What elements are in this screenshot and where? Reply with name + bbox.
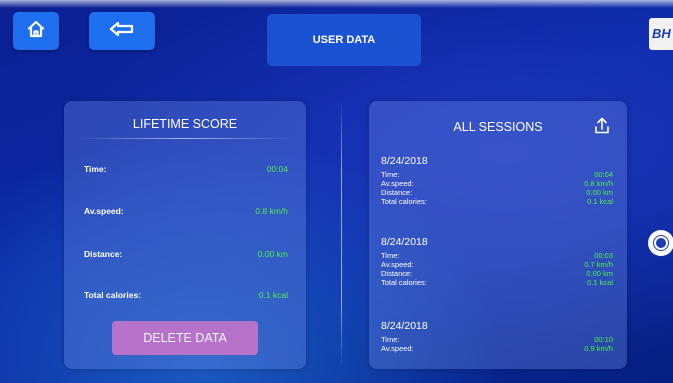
panel-divider xyxy=(341,100,342,370)
session-date: 8/24/2018 xyxy=(381,155,428,167)
session-label: Time: xyxy=(381,170,400,179)
stat-label: Total calories: xyxy=(84,290,141,300)
session-label: Distance: xyxy=(381,188,413,197)
session-distance-row: Distance: 0.00 km xyxy=(381,188,613,197)
session-value: 0.00 km xyxy=(586,188,613,197)
stat-value: 00:04 xyxy=(266,164,288,174)
session-date: 8/24/2018 xyxy=(381,320,428,332)
session-label: Total calories: xyxy=(381,278,427,287)
session-calories-row: Total calories: 0.1 kcal xyxy=(381,278,613,287)
brand-logo: BH xyxy=(649,18,673,50)
delete-data-button[interactable]: DELETE DATA xyxy=(112,321,258,355)
arrow-left-icon xyxy=(109,21,135,42)
session-calories-row: Total calories: 0.1 kcal xyxy=(381,197,613,206)
session-label: Time: xyxy=(381,335,400,344)
session-value: 00:03 xyxy=(594,251,613,260)
lifetime-time-row: Time: 00:04 xyxy=(84,162,288,176)
session-value: 0.00 km xyxy=(586,269,613,278)
session-item[interactable]: 8/24/2018 Time: 00:03 Av.speed: 0.7 km/h… xyxy=(381,236,613,287)
all-sessions-panel[interactable]: ALL SESSIONS 8/24/2018 Time: 00:04 Av.sp… xyxy=(369,101,627,369)
stat-label: Distance: xyxy=(84,249,123,259)
session-label: Av.speed: xyxy=(381,179,414,188)
lifetime-speed-row: Av.speed: 0.8 km/h xyxy=(84,204,288,218)
session-date: 8/24/2018 xyxy=(381,236,428,248)
back-button[interactable] xyxy=(89,12,155,50)
session-time-row: Time: 00:10 xyxy=(381,335,613,344)
lifetime-score-title: LIFETIME SCORE xyxy=(132,117,238,131)
session-speed-row: Av.speed: 0.7 km/h xyxy=(381,260,613,269)
top-glare xyxy=(0,0,673,8)
stat-value: 0.1 kcal xyxy=(258,290,288,300)
home-button[interactable] xyxy=(13,12,59,50)
session-speed-row: Av.speed: 0.8 km/h xyxy=(381,179,613,188)
user-data-screen: USER DATA BH LIFETIME SCORE Time: 00:04 … xyxy=(0,0,673,383)
lifetime-distance-row: Distance: 0.00 km xyxy=(84,247,288,261)
session-value: 00:10 xyxy=(594,335,613,344)
stat-value: 0.00 km xyxy=(257,249,288,259)
session-distance-row: Distance: 0.00 km xyxy=(381,269,613,278)
all-sessions-title: ALL SESSIONS xyxy=(453,120,543,134)
toggle-dot xyxy=(654,236,668,250)
session-label: Distance: xyxy=(381,269,413,278)
title-divider xyxy=(76,138,294,139)
session-label: Av.speed: xyxy=(381,260,414,269)
session-label: Time: xyxy=(381,251,400,260)
session-time-row: Time: 00:03 xyxy=(381,251,613,260)
session-speed-row: Av.speed: 0.9 km/h xyxy=(381,344,613,353)
lifetime-calories-row: Total calories: 0.1 kcal xyxy=(84,288,288,302)
session-label: Total calories: xyxy=(381,197,427,206)
home-icon xyxy=(26,19,46,44)
stat-value: 0.8 km/h xyxy=(255,206,288,216)
session-value: 0.1 kcal xyxy=(587,278,613,287)
session-value: 0.7 km/h xyxy=(584,260,613,269)
session-value: 0.8 km/h xyxy=(584,179,613,188)
session-value: 0.1 kcal xyxy=(587,197,613,206)
session-value: 00:04 xyxy=(594,170,613,179)
page-title: USER DATA xyxy=(267,14,421,66)
stat-label: Av.speed: xyxy=(84,206,124,216)
side-toggle-button[interactable] xyxy=(648,230,673,256)
share-upload-icon[interactable] xyxy=(592,116,612,141)
lifetime-score-panel: LIFETIME SCORE Time: 00:04 Av.speed: 0.8… xyxy=(64,101,306,369)
session-item[interactable]: 8/24/2018 Time: 00:04 Av.speed: 0.8 km/h… xyxy=(381,155,613,206)
stat-label: Time: xyxy=(84,164,107,174)
session-item[interactable]: 8/24/2018 Time: 00:10 Av.speed: 0.9 km/h xyxy=(381,320,613,353)
session-label: Av.speed: xyxy=(381,344,414,353)
session-time-row: Time: 00:04 xyxy=(381,170,613,179)
session-value: 0.9 km/h xyxy=(584,344,613,353)
